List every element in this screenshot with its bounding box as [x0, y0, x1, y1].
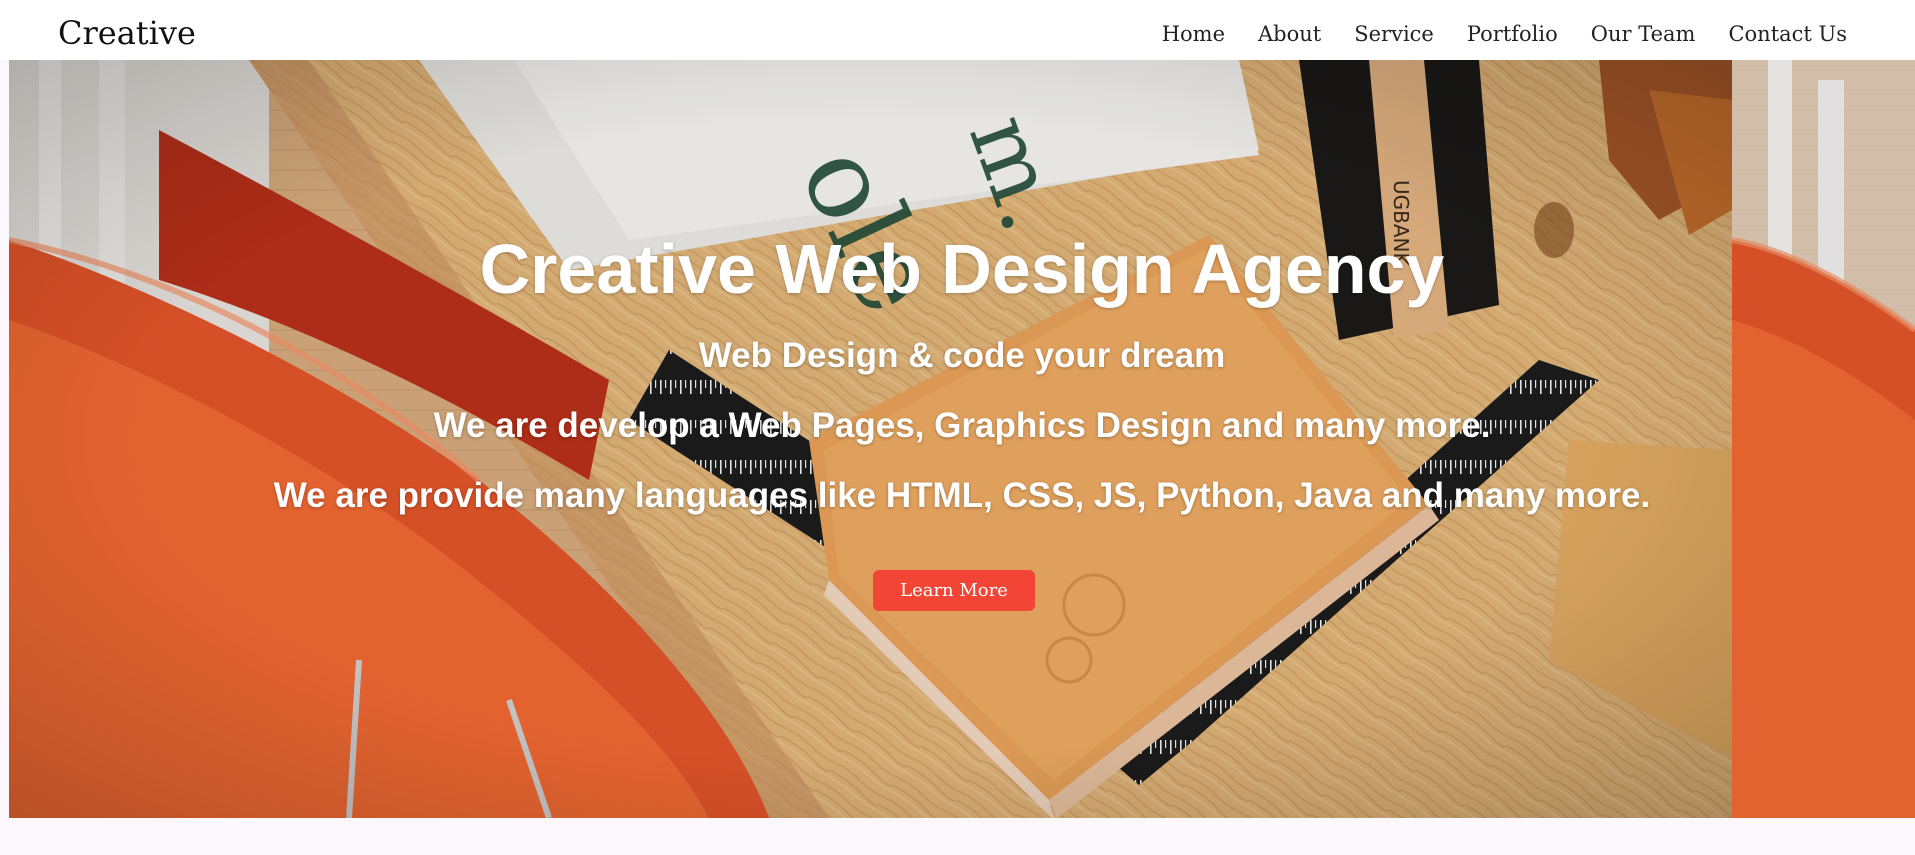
nav-link-about[interactable]: About	[1258, 20, 1321, 48]
nav-link-portfolio[interactable]: Portfolio	[1467, 20, 1558, 48]
learn-more-button[interactable]: Learn More	[873, 570, 1035, 611]
hero-section: ole m. UGBANK	[9, 60, 1915, 818]
nav-link-our-team[interactable]: Our Team	[1591, 20, 1696, 48]
nav-menu: Home About Service Portfolio Our Team Co…	[1162, 20, 1847, 48]
navbar: Creative Home About Service Portfolio Ou…	[0, 0, 1915, 60]
nav-link-home[interactable]: Home	[1162, 20, 1225, 48]
nav-link-service[interactable]: Service	[1354, 20, 1434, 48]
brand-logo[interactable]: Creative	[58, 13, 196, 53]
hero-title: Creative Web Design Agency	[479, 230, 1445, 308]
hero-subtitle: Web Design & code your dream	[698, 336, 1226, 375]
hero-description-line-1: We are develop a Web Pages, Graphics Des…	[433, 406, 1491, 445]
hero-content: Creative Web Design Agency Web Design & …	[9, 60, 1915, 818]
hero-description-line-2: We are provide many languages like HTML,…	[273, 476, 1651, 515]
nav-link-contact-us[interactable]: Contact Us	[1728, 20, 1847, 48]
